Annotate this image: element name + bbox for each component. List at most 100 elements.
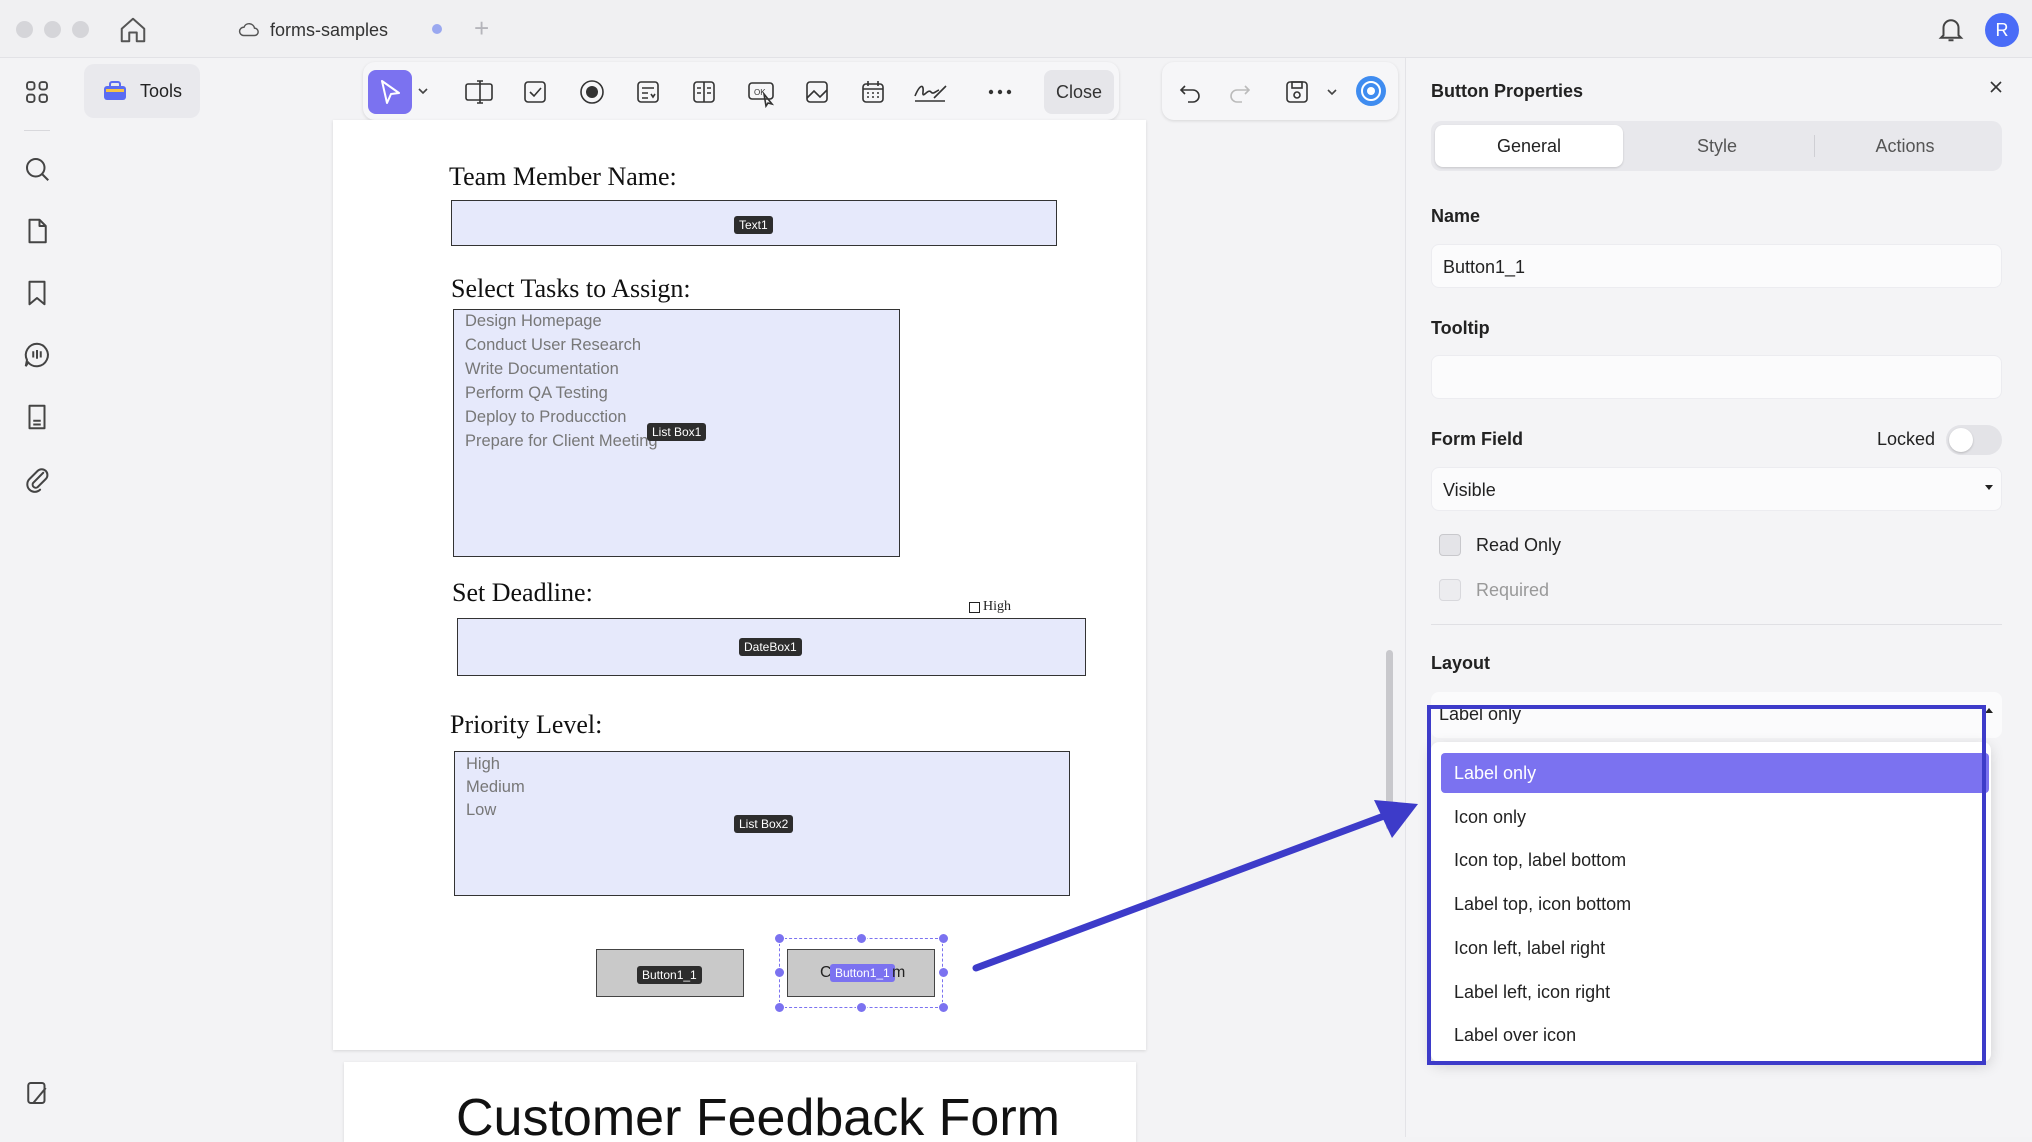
list-box-tool-icon[interactable] — [690, 78, 718, 106]
resize-handle[interactable] — [774, 933, 785, 944]
page-icon[interactable] — [22, 216, 52, 246]
list-item[interactable]: Prepare for Client Meeting — [465, 432, 658, 451]
save-icon[interactable] — [1283, 78, 1311, 106]
signature-tool-icon[interactable] — [912, 78, 947, 106]
caret-up-icon — [1984, 706, 1994, 716]
zoom-window-button[interactable] — [72, 21, 89, 38]
deadline-label: Set Deadline: — [452, 578, 593, 607]
datebox1-field[interactable]: DateBox1 — [457, 618, 1086, 676]
resize-handle[interactable] — [774, 967, 785, 978]
new-tab-button[interactable]: + — [474, 13, 489, 44]
resize-handle[interactable] — [856, 1002, 867, 1013]
text1-field[interactable]: Text1 — [451, 200, 1057, 246]
locked-label: Locked — [1877, 429, 1936, 449]
undo-icon[interactable] — [1176, 78, 1204, 106]
bookmark-icon[interactable] — [22, 278, 52, 308]
list-item[interactable]: Write Documentation — [465, 360, 619, 379]
scrollbar[interactable] — [1386, 650, 1393, 830]
read-only-label: Read Only — [1476, 535, 1562, 555]
divider — [1431, 624, 2002, 625]
name-field[interactable]: Button1_1 — [1431, 244, 2002, 288]
search-icon[interactable] — [22, 154, 52, 184]
tab-actions[interactable]: Actions — [1811, 125, 1999, 167]
list-item[interactable]: Deploy to Producction — [465, 408, 626, 427]
tasks-label: Select Tasks to Assign: — [451, 274, 691, 303]
image-field-tool-icon[interactable] — [803, 78, 831, 106]
layout-option[interactable]: Icon only — [1441, 797, 1989, 837]
list-item[interactable]: High — [466, 755, 500, 774]
sidebar-toggle-icon[interactable] — [22, 1078, 52, 1108]
redo-icon[interactable] — [1226, 78, 1254, 106]
rail-divider — [24, 130, 50, 131]
tooltip-label: Tooltip — [1431, 318, 1490, 338]
more-icon[interactable] — [986, 78, 1014, 106]
button-tool-icon[interactable]: OK — [746, 78, 775, 108]
name-value: Button1_1 — [1443, 257, 1526, 277]
panel-tabs: General Style Actions — [1431, 121, 2002, 171]
list-item[interactable]: Design Homepage — [465, 312, 602, 331]
required-checkbox[interactable] — [1439, 579, 1461, 601]
comment-icon[interactable] — [22, 340, 52, 370]
chevron-down-icon[interactable] — [416, 84, 430, 98]
resize-handle[interactable] — [774, 1002, 785, 1013]
name-label: Name — [1431, 206, 1481, 226]
listbox1-field[interactable]: Design Homepage Conduct User Research Wr… — [453, 309, 900, 557]
checkbox-box — [969, 601, 980, 613]
layout-label: Layout — [1431, 653, 1491, 673]
field-tag: Button1_1 — [637, 966, 702, 984]
toolbox-icon — [102, 79, 128, 103]
home-icon[interactable] — [118, 15, 148, 45]
date-field-tool-icon[interactable] — [859, 78, 887, 106]
close-window-button[interactable] — [16, 21, 33, 38]
tools-label: Tools — [140, 80, 183, 101]
resize-handle[interactable] — [938, 967, 949, 978]
close-icon[interactable] — [1987, 78, 2005, 96]
selection-box — [779, 938, 943, 1008]
attachment-icon[interactable] — [22, 464, 52, 494]
checkbox-tool-icon[interactable] — [521, 78, 549, 106]
avatar[interactable]: R — [1985, 13, 2019, 47]
select-tool-button[interactable] — [368, 70, 412, 114]
minimize-window-button[interactable] — [44, 21, 61, 38]
resize-handle[interactable] — [938, 1002, 949, 1013]
priority-label: Priority Level: — [450, 710, 603, 739]
bell-icon[interactable] — [1936, 14, 1966, 44]
tab-general[interactable]: General — [1435, 125, 1623, 167]
button1-field[interactable]: Button1_1 — [596, 949, 744, 997]
page-title: Customer Feedback Form — [456, 1089, 1060, 1142]
text-field-tool-icon[interactable] — [463, 78, 493, 106]
team-member-label: Team Member Name: — [449, 162, 677, 191]
resize-handle[interactable] — [938, 933, 949, 944]
caret-down-icon — [1984, 482, 1994, 492]
stamp-icon[interactable] — [22, 402, 52, 432]
layout-option[interactable]: Label left, icon right — [1441, 972, 1989, 1012]
visibility-select[interactable]: Visible — [1431, 467, 2002, 511]
toggle-knob — [1949, 428, 1973, 452]
radio-button-tool-icon[interactable] — [578, 78, 606, 106]
layout-option[interactable]: Label only — [1441, 753, 1989, 793]
tools-button[interactable]: Tools — [84, 64, 200, 118]
tab-style[interactable]: Style — [1623, 125, 1811, 167]
list-item[interactable]: Medium — [466, 778, 525, 797]
combo-box-tool-icon[interactable] — [634, 78, 662, 106]
panel-title: Button Properties — [1431, 81, 1584, 101]
close-button[interactable]: Close — [1044, 70, 1114, 114]
tooltip-field[interactable] — [1431, 355, 2002, 399]
layout-option[interactable]: Label top, icon bottom — [1441, 884, 1989, 924]
list-item[interactable]: Conduct User Research — [465, 336, 641, 355]
apps-grid-icon[interactable] — [22, 77, 52, 107]
high-checkbox[interactable]: High — [969, 599, 1011, 615]
layout-option[interactable]: Icon left, label right — [1441, 928, 1989, 968]
ai-assistant-icon[interactable] — [1354, 74, 1388, 108]
list-item[interactable]: Perform QA Testing — [465, 384, 608, 403]
field-tag: DateBox1 — [739, 638, 802, 656]
save-chevron-down-icon[interactable] — [1325, 85, 1339, 99]
layout-select-value: Label only — [1439, 704, 1522, 724]
read-only-checkbox[interactable] — [1439, 534, 1461, 556]
listbox2-field[interactable]: High Medium Low List Box2 — [454, 751, 1070, 896]
layout-option[interactable]: Icon top, label bottom — [1441, 840, 1989, 880]
document-tab[interactable]: forms-samples — [238, 16, 388, 44]
resize-handle[interactable] — [856, 933, 867, 944]
list-item[interactable]: Low — [466, 801, 496, 820]
layout-option[interactable]: Label over icon — [1441, 1015, 1989, 1055]
